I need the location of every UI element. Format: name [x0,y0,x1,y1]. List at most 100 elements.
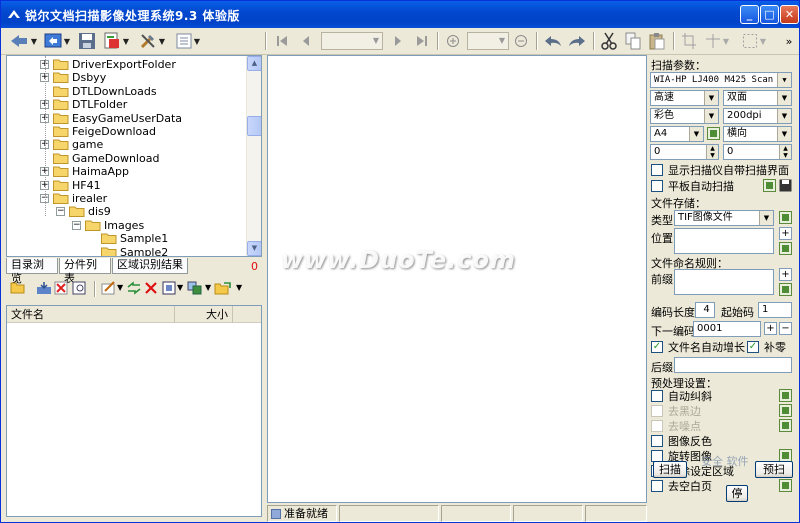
checkbox-box[interactable] [651,390,663,402]
crop-button[interactable] [679,31,699,51]
chevron-down-icon[interactable]: ▼ [205,283,211,292]
prefix-settings-icon[interactable] [779,283,792,296]
preprocess-checkbox[interactable]: 自动纠斜 [651,389,712,403]
refresh-icon[interactable] [126,281,142,295]
spin-down-icon[interactable]: ▼ [779,152,791,159]
scroll-up-button[interactable]: ▲ [247,56,261,71]
copy-button[interactable] [623,31,643,51]
tree-item[interactable]: EasyGameUserData [53,112,182,125]
tree-item[interactable]: Images [85,219,144,232]
preprocess-settings-icon[interactable] [779,389,792,402]
orientation-select[interactable]: 横向 ▼ [723,126,792,142]
checkbox-box[interactable] [651,435,663,447]
speed-select[interactable]: 高速 ▼ [650,90,719,106]
back-button[interactable]: ▼ [7,31,39,51]
check-icon[interactable]: ✓ [747,341,759,353]
spin-up-icon[interactable]: ▲ [779,145,791,152]
column-filename[interactable]: 文件名 [7,306,175,323]
tab-file-list[interactable]: 分件列表 [59,258,111,285]
select-button[interactable]: ▼ [739,31,769,51]
contrast-spinner[interactable]: 0 ▲ ▼ [723,144,792,160]
export-folder-icon[interactable] [214,281,232,295]
scan-start-button[interactable]: 扫描 [653,461,687,478]
pin-button[interactable]: ▼ [703,31,731,51]
tree-item[interactable]: dis9 [69,205,111,218]
view-file-icon[interactable] [72,281,88,295]
file-type-select[interactable]: TIF图像文件 ▼ [674,210,774,226]
location-settings-icon[interactable] [779,242,792,255]
spin-down-icon[interactable]: ▼ [706,152,718,159]
next-page-button[interactable] [389,31,407,51]
pad-zero-checkbox[interactable]: ✓ 补零 [747,340,786,354]
edit-icon[interactable] [101,281,117,295]
preprocess-settings-icon[interactable] [779,404,792,417]
location-add-button[interactable]: + [779,227,792,240]
stop-button[interactable]: 停 [726,485,748,502]
minimize-button[interactable]: _ [740,5,759,24]
column-size[interactable]: 大小 [175,306,233,323]
tree-item[interactable]: irealer [53,192,107,205]
preprocess-settings-icon[interactable] [779,479,792,492]
next-code-plus-button[interactable]: + [764,322,777,335]
preprocess-checkbox[interactable]: 图像反色 [651,434,712,448]
brightness-spinner[interactable]: 0 ▲ ▼ [650,144,719,160]
code-length-field[interactable]: 4 [695,302,715,318]
file-list[interactable]: 文件名 大小 [6,305,262,517]
color-select[interactable]: 彩色 ▼ [650,108,719,124]
paper-settings-icon[interactable] [707,127,720,140]
remove-icon[interactable] [144,281,158,295]
tree-item[interactable]: DTLFolder [53,98,127,111]
tree-item[interactable]: DriverExportFolder [53,58,176,71]
tree-item[interactable]: HF41 [53,179,101,192]
suffix-field[interactable] [674,357,792,373]
tree-item[interactable]: Sample1 [101,232,168,245]
flatbed-checkbox[interactable]: 平板自动扫描 [651,179,734,193]
delete-file-icon[interactable] [54,281,70,295]
toolbar-overflow-button[interactable]: » [783,31,795,51]
chevron-down-icon[interactable]: ▼ [236,283,242,292]
redo-button[interactable] [566,31,588,51]
preprocess-checkbox[interactable]: 去黑边 [651,404,701,418]
tree-scrollbar[interactable]: ▲ ▼ [246,56,261,256]
checkbox-box[interactable] [651,420,663,432]
preprocess-checkbox[interactable]: 去空白页 [651,479,712,493]
type-settings-icon[interactable] [779,211,792,224]
scanner-select[interactable]: WIA-HP LJ400 M425 Scan ▼ [650,72,792,88]
page-icon[interactable] [162,281,176,295]
scroll-down-button[interactable]: ▼ [247,241,261,256]
first-page-button[interactable] [273,31,291,51]
undo-button[interactable] [542,31,564,51]
tree-item[interactable]: DTLDownLoads [53,85,157,98]
chevron-down-icon[interactable]: ▼ [117,283,123,292]
image-canvas[interactable] [267,55,647,503]
zoom-in-button[interactable] [444,31,462,51]
checkbox-box[interactable] [651,164,663,176]
tab-region-result[interactable]: 区域识别结果 [112,258,188,274]
show-ui-checkbox[interactable]: 显示扫描仪自带扫描界面 [651,163,789,177]
move-icon[interactable] [187,281,203,295]
tree-item[interactable]: game [53,138,103,151]
prefix-add-button[interactable]: + [779,268,792,281]
checkbox-box[interactable] [651,480,663,492]
open-folder-icon[interactable] [10,281,26,295]
duplex-select[interactable]: 双面 ▼ [723,90,792,106]
location-field[interactable] [674,228,774,254]
collapse-icon[interactable]: − [72,220,81,230]
tree-item[interactable]: HaimaApp [53,165,129,178]
checkbox-box[interactable] [651,405,663,417]
import-icon[interactable] [36,281,52,295]
tools-button[interactable]: ▼ [136,31,168,51]
save-button[interactable] [77,31,97,51]
chevron-down-icon[interactable]: ▼ [177,283,183,292]
close-button[interactable]: ✕ [780,5,799,24]
tree-item[interactable]: FeigeDownload [53,125,156,138]
check-icon[interactable]: ✓ [651,341,663,353]
tab-directory-browse[interactable]: 目录浏览 [6,258,58,285]
cut-button[interactable] [599,31,619,51]
preprocess-settings-icon[interactable] [779,419,792,432]
export-button[interactable]: ▼ [100,31,132,51]
tree-item[interactable]: Dsbyy [53,71,106,84]
scan-button[interactable]: ▼ [41,31,73,51]
folder-tree[interactable]: ▲ ▼ DriverExportFolder + Dsbyy + DTLDownLoad… [6,55,262,257]
auto-increment-checkbox[interactable]: ✓ 文件名自动增长 [651,340,745,354]
